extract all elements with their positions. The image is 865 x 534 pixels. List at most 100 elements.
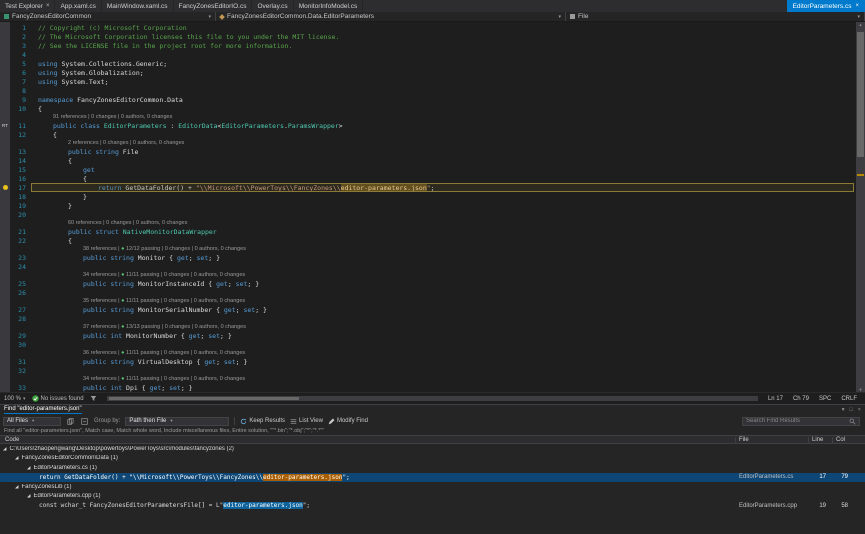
- code-line[interactable]: 5using System.Collections.Generic;: [0, 59, 856, 68]
- code-line[interactable]: 28: [0, 314, 856, 323]
- code-line[interactable]: 21public struct NativeMonitorDataWrapper: [0, 227, 856, 236]
- code-line[interactable]: 33public int Dpi { get; set; }: [0, 383, 856, 392]
- column-col[interactable]: Col: [836, 437, 845, 443]
- code-line[interactable]: 6using System.Globalization;: [0, 68, 856, 77]
- codelens-line[interactable]: 36 references | ● 11/11 passing | 0 chan…: [0, 349, 856, 357]
- expander-icon[interactable]: ◢: [15, 455, 18, 461]
- result-file: EditorParameters.cs: [739, 474, 793, 480]
- code-line[interactable]: 18}: [0, 192, 856, 201]
- code-line[interactable]: 3// See the LICENSE file in the project …: [0, 41, 856, 50]
- find-result-row[interactable]: EditorParameters.cs1779return GetDataFol…: [0, 473, 865, 483]
- pin-icon[interactable]: □: [849, 407, 852, 413]
- code-line[interactable]: 2// The Microsoft Corporation licenses t…: [0, 32, 856, 41]
- zoom-control[interactable]: 100 % ▾: [4, 396, 26, 402]
- expander-icon[interactable]: ◢: [27, 465, 30, 471]
- close-icon[interactable]: ×: [46, 3, 50, 9]
- tab-test-explorer[interactable]: Test Explorer×: [0, 0, 55, 12]
- type-dropdown[interactable]: FancyZonesEditorCommon.Data.EditorParame…: [216, 12, 566, 21]
- codelens-line[interactable]: 34 references | ● 11/11 passing | 0 chan…: [0, 375, 856, 383]
- code-line[interactable]: 12{: [0, 130, 856, 139]
- code-line[interactable]: 29public int MonitorNumber { get; set; }: [0, 331, 856, 340]
- code-line[interactable]: 13public string File: [0, 147, 856, 156]
- code-line[interactable]: 31public string VirtualDesktop { get; se…: [0, 357, 856, 366]
- code-line[interactable]: 7using System.Text;: [0, 77, 856, 86]
- document-health-indicator[interactable]: No issues found: [32, 395, 84, 402]
- code-line[interactable]: RT11public class EditorParameters : Edit…: [0, 121, 856, 130]
- code-line[interactable]: 17return GetDataFolder() + "\\Microsoft\…: [0, 183, 856, 192]
- code-editor[interactable]: 1// Copyright (c) Microsoft Corporation2…: [0, 22, 865, 392]
- code-line[interactable]: 9namespace FancyZonesEditorCommon.Data: [0, 95, 856, 104]
- result-line: 17: [810, 474, 826, 480]
- code-line[interactable]: 15get: [0, 165, 856, 174]
- code-line[interactable]: 26: [0, 288, 856, 297]
- expander-icon[interactable]: ◢: [15, 484, 18, 490]
- code-line[interactable]: 24: [0, 262, 856, 271]
- code-line[interactable]: 32: [0, 366, 856, 375]
- codelens-line[interactable]: 35 references | ● 11/11 passing | 0 chan…: [0, 297, 856, 305]
- line-number: 27: [10, 306, 30, 314]
- tab-editorparameters-active[interactable]: EditorParameters.cs ×: [787, 0, 865, 12]
- codelens-line[interactable]: 91 references | 0 changes | 0 authors, 0…: [0, 113, 856, 121]
- scrollbar-thumb[interactable]: [857, 32, 864, 157]
- scrollbar-thumb[interactable]: [109, 397, 299, 400]
- codelens-line[interactable]: 2 references | 0 changes | 0 authors, 0 …: [0, 139, 856, 147]
- find-group-row[interactable]: ◢EditorParameters.cpp (1): [0, 492, 865, 502]
- code-text: using System.Globalization;: [30, 69, 144, 77]
- project-dropdown[interactable]: FancyZonesEditorCommon ▾: [0, 12, 216, 21]
- code-line[interactable]: 1// Copyright (c) Microsoft Corporation: [0, 23, 856, 32]
- find-group-row[interactable]: ◢C:\Users\zhaopengwang\Desktop\powertoys…: [0, 444, 865, 454]
- code-line[interactable]: 23public string Monitor { get; set; }: [0, 253, 856, 262]
- code-line[interactable]: 27public string MonitorSerialNumber { ge…: [0, 305, 856, 314]
- tab-mainwindow-xaml-cs[interactable]: MainWindow.xaml.cs: [102, 0, 174, 12]
- filter-icon[interactable]: [90, 395, 97, 402]
- modify-find-button[interactable]: Modify Find: [328, 418, 368, 425]
- files-filter-dropdown[interactable]: All Files ▾: [3, 417, 61, 426]
- code-line[interactable]: 14{: [0, 156, 856, 165]
- codelens-line[interactable]: 60 references | 0 changes | 0 authors, 0…: [0, 219, 856, 227]
- collapse-all-icon[interactable]: [80, 417, 89, 426]
- vertical-scrollbar[interactable]: ▲ ▼: [856, 22, 865, 392]
- list-view-button[interactable]: List View: [290, 418, 323, 425]
- column-file[interactable]: File: [739, 437, 749, 443]
- panel-title-bar[interactable]: Find "editor-parameters.json" ▾ □ ×: [0, 405, 865, 415]
- code-line[interactable]: 8: [0, 86, 856, 95]
- quick-actions-bulb-icon[interactable]: [3, 185, 8, 190]
- codelens-line[interactable]: 38 references | ● 12/12 passing | 0 chan…: [0, 245, 856, 253]
- tab-app-xaml-cs[interactable]: App.xaml.cs: [55, 0, 101, 12]
- expander-icon[interactable]: ◢: [3, 446, 6, 452]
- codelens-line[interactable]: 37 references | ● 13/13 passing | 0 chan…: [0, 323, 856, 331]
- search-input[interactable]: [746, 418, 846, 424]
- tab-fancyzoneseditorio-cs[interactable]: FancyZonesEditorIO.cs: [174, 0, 253, 12]
- group-by-value: Path then File: [129, 418, 166, 424]
- find-result-row[interactable]: EditorParameters.cpp1958const wchar_t Fa…: [0, 501, 865, 511]
- codelens-line[interactable]: 34 references | ● 11/11 passing | 0 chan…: [0, 271, 856, 279]
- column-code[interactable]: Code: [5, 437, 19, 443]
- column-line[interactable]: Line: [812, 437, 823, 443]
- group-by-dropdown[interactable]: Path then File ▾: [125, 417, 229, 426]
- copy-results-icon[interactable]: [66, 417, 75, 426]
- close-icon[interactable]: ×: [858, 407, 861, 413]
- code-line[interactable]: 20: [0, 210, 856, 219]
- code-line[interactable]: 22{: [0, 236, 856, 245]
- code-line[interactable]: 19}: [0, 201, 856, 210]
- code-line[interactable]: 16{: [0, 174, 856, 183]
- find-group-row[interactable]: ◢FancyZonesLib (1): [0, 482, 865, 492]
- scroll-up-icon[interactable]: ▲: [856, 22, 865, 27]
- find-group-row[interactable]: ◢FancyZonesEditorCommon\Data (1): [0, 454, 865, 464]
- window-position-icon[interactable]: ▾: [842, 407, 845, 413]
- tab-monitorinfomodel-cs[interactable]: MonitorInfoModel.cs: [294, 0, 364, 12]
- expander-icon[interactable]: ◢: [27, 493, 30, 499]
- code-line[interactable]: 4: [0, 50, 856, 59]
- code-text: }: [30, 193, 87, 201]
- tab-overlay-cs[interactable]: Overlay.cs: [252, 0, 293, 12]
- close-icon[interactable]: ×: [855, 3, 859, 9]
- code-line[interactable]: 10{: [0, 104, 856, 113]
- code-line[interactable]: 30: [0, 340, 856, 349]
- find-group-row[interactable]: ◢EditorParameters.cs (1): [0, 463, 865, 473]
- keep-results-button[interactable]: Keep Results: [240, 418, 285, 425]
- results-column-header[interactable]: Code File Line Col: [0, 435, 865, 444]
- member-dropdown[interactable]: File ▾: [566, 12, 865, 21]
- code-line[interactable]: 25public string MonitorInstanceId { get;…: [0, 279, 856, 288]
- horizontal-scrollbar[interactable]: [107, 396, 758, 401]
- search-find-results-box[interactable]: [742, 417, 860, 426]
